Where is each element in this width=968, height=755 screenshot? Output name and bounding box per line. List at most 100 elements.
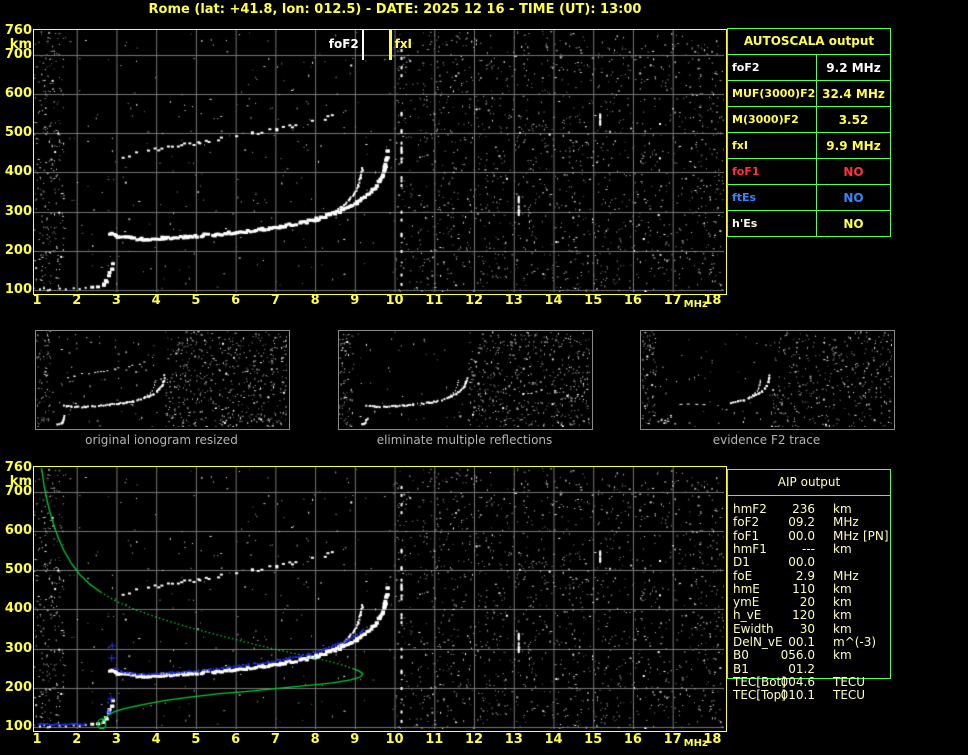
autoscala-row: MUF(3000)F2 32.4 MHz xyxy=(728,80,890,106)
aip-row-value: 010.1 xyxy=(780,688,815,702)
x-axis-tick-label: 15 xyxy=(584,732,603,747)
x-axis-tick-label: 8 xyxy=(310,293,320,308)
y-axis-tick-label: 400 xyxy=(4,164,32,180)
aip-row-unit: km xyxy=(833,542,852,556)
aip-row: h_vE 120 km xyxy=(727,609,899,622)
x-axis-tick-label: 7 xyxy=(270,293,280,308)
x-axis-tick-label: 4 xyxy=(151,293,161,308)
y-axis-tick-label: 300 xyxy=(4,203,32,219)
fxi-marker-label: fxI xyxy=(394,37,413,51)
x-axis-tick-label: 2 xyxy=(72,732,82,747)
x-axis-tick-label: 16 xyxy=(623,293,642,308)
bottom-profile-frame xyxy=(33,466,727,732)
aip-row-unit: TECU xyxy=(833,688,866,702)
aip-table-header: AIP output xyxy=(728,470,890,496)
autoscala-row-label: MUF(3000)F2 xyxy=(728,81,817,106)
aip-row: D1 00.0 xyxy=(727,556,899,569)
autoscala-row-value: 32.4 MHz xyxy=(822,86,885,101)
aip-row-value: 09.2 xyxy=(788,515,815,529)
thumbnail-original-ionogram-canvas xyxy=(36,331,287,427)
aip-row-extra: [PN] xyxy=(863,529,889,543)
y-axis-tick-label: 200 xyxy=(4,242,32,258)
x-axis-tick-label: 16 xyxy=(623,732,642,747)
x-axis-tick-label: 3 xyxy=(111,293,121,308)
x-axis-tick-label: 4 xyxy=(151,732,161,747)
autoscala-row: foF2 9.2 MHz xyxy=(728,55,890,80)
x-axis-tick-label: 9 xyxy=(350,732,360,747)
thumbnail-caption-eliminate: eliminate multiple reflections xyxy=(376,433,553,447)
y-axis-tick-label: 200 xyxy=(4,679,32,695)
autoscala-row: fxI 9.9 MHz xyxy=(728,132,890,158)
aip-row-unit: MHz xyxy=(833,515,859,529)
aip-row-unit: km xyxy=(833,648,852,662)
aip-row-value: 056.0 xyxy=(780,648,815,662)
autoscala-table-rows: foF2 9.2 MHz MUF(3000)F2 32.4 MHz M(3000)F2 3… xyxy=(728,55,890,236)
autoscala-row-label: foF1 xyxy=(728,159,817,184)
x-axis-tick-label: 6 xyxy=(231,293,241,308)
x-axis-tick-label: 14 xyxy=(544,293,563,308)
x-axis-tick-label: 14 xyxy=(544,732,563,747)
aip-row-value: 120 xyxy=(792,608,815,622)
fof2-marker-line xyxy=(361,30,364,60)
autoscala-row: foF1 NO xyxy=(728,158,890,184)
aip-row: TEC[Top] 010.1 TECU xyxy=(727,689,899,702)
x-axis-tick-label: 2 xyxy=(72,293,82,308)
autoscala-row-label: foF2 xyxy=(728,55,817,80)
autoscala-table-header: AUTOSCALA output xyxy=(728,29,890,55)
aip-row: B0 056.0 km xyxy=(727,649,899,662)
x-axis-tick-label: 12 xyxy=(464,732,484,747)
aip-row-label: foF2 xyxy=(733,515,760,529)
x-axis-tick-label: 13 xyxy=(504,732,523,747)
top-ionogram-frame xyxy=(33,29,727,295)
x-axis-tick-label: 11 xyxy=(425,732,444,747)
aip-row-unit: km xyxy=(833,608,852,622)
x-axis-tick-label: 6 xyxy=(231,732,241,747)
autoscala-row-label: fxI xyxy=(728,133,817,158)
x-axis-tick-label: 11 xyxy=(425,293,444,308)
x-axis-tick-label: 9 xyxy=(350,293,360,308)
x-axis-tick-label: 10 xyxy=(385,293,404,308)
fxi-marker-line xyxy=(388,30,392,60)
y-axis-tick-label: 500 xyxy=(4,125,32,141)
autoscala-row-value: 3.52 xyxy=(838,112,869,127)
autoscala-row-label: ftEs xyxy=(728,185,817,210)
thumbnail-eliminate-reflections-canvas xyxy=(339,331,590,427)
x-axis-tick-label: 1 xyxy=(32,293,42,308)
y-axis-tick-label: 600 xyxy=(4,522,32,538)
autoscala-row: ftEs NO xyxy=(728,184,890,210)
aip-table-rows: hmF2 236 km foF2 09.2 MHz foF1 00.0 MHz [PN] hmF1-… xyxy=(727,503,899,703)
x-axis-tick-label: 5 xyxy=(191,293,201,308)
aip-row-label: h_vE xyxy=(733,608,762,622)
x-axis-tick-label: 12 xyxy=(464,293,484,308)
x-axis-tick-label: 3 xyxy=(111,732,121,747)
fof2-marker-label: foF2 xyxy=(328,37,359,51)
y-axis-tick-label: 700 xyxy=(4,46,32,62)
autoscala-row-label: h'Es xyxy=(728,211,817,236)
x-axis-unit-label: MHz xyxy=(683,299,708,310)
y-axis-tick-label: 400 xyxy=(4,601,32,617)
y-axis-tick-label: 300 xyxy=(4,640,32,656)
autoscala-window: Rome (lat: +41.8, lon: 012.5) - DATE: 20… xyxy=(0,0,968,755)
autoscala-table: AUTOSCALA output foF2 9.2 MHz MUF(3000)F2 3… xyxy=(727,28,891,237)
autoscala-row-value: NO xyxy=(843,190,864,205)
page-title: Rome (lat: +41.8, lon: 012.5) - DATE: 20… xyxy=(148,2,642,17)
y-axis-tick-label: 700 xyxy=(4,483,32,499)
autoscala-row-value: 9.9 MHz xyxy=(826,138,881,153)
autoscala-row-value: 9.2 MHz xyxy=(826,60,881,75)
thumbnail-evidence-f2-canvas xyxy=(641,331,892,427)
x-axis-tick-label: 8 xyxy=(310,732,320,747)
x-axis-tick-label: 7 xyxy=(270,732,280,747)
thumbnail-caption-original: original ionogram resized xyxy=(85,433,238,447)
y-axis-tick-label: 760 xyxy=(4,460,32,475)
x-axis-tick-label: 1 xyxy=(32,732,42,747)
autoscala-row-label: M(3000)F2 xyxy=(728,107,817,132)
x-axis-tick-label: 5 xyxy=(191,732,201,747)
aip-row: foF2 09.2 MHz xyxy=(727,516,899,529)
thumbnail-caption-evidence: evidence F2 trace xyxy=(712,433,821,447)
x-axis-tick-label: 15 xyxy=(584,293,603,308)
aip-row-label: B0 xyxy=(733,648,749,662)
x-axis-tick-label: 13 xyxy=(504,293,523,308)
x-axis-tick-label: 10 xyxy=(385,732,404,747)
y-axis-tick-label: 760 xyxy=(4,23,32,38)
autoscala-row: M(3000)F2 3.52 xyxy=(728,106,890,132)
